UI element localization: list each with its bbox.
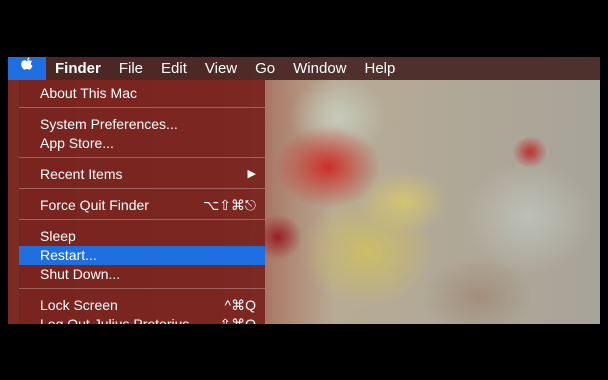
menu-edit[interactable]: Edit	[152, 57, 196, 80]
menu-separator	[19, 107, 265, 108]
menu-item-label: Force Quit Finder	[40, 197, 149, 213]
menu-help[interactable]: Help	[356, 57, 405, 80]
menu-item-label: Recent Items	[40, 166, 123, 182]
menu-item-label: App Store...	[40, 135, 114, 151]
menu-item-label: Sleep	[40, 228, 76, 244]
menu-separator	[19, 219, 265, 220]
menu-bar: Finder File Edit View Go Window Help	[8, 57, 600, 80]
menu-finder[interactable]: Finder	[46, 57, 110, 80]
menu-item-force-quit[interactable]: Force Quit Finder ⌥⇧⌘⎋	[19, 196, 265, 215]
keyboard-shortcut: ⌥⇧⌘⎋	[203, 197, 256, 213]
apple-dropdown-menu: About This Mac System Preferences... App…	[19, 80, 265, 324]
menu-go[interactable]: Go	[246, 57, 284, 80]
menu-window[interactable]: Window	[284, 57, 355, 80]
menu-item-sleep[interactable]: Sleep	[19, 227, 265, 246]
submenu-arrow-icon: ▶	[247, 168, 256, 180]
keyboard-shortcut: ⇧⌘Q	[219, 316, 256, 324]
menu-item-lock-screen[interactable]: Lock Screen ^⌘Q	[19, 296, 265, 315]
menu-item-label: Lock Screen	[40, 297, 118, 313]
menu-item-restart[interactable]: Restart...	[19, 246, 265, 265]
menu-item-log-out[interactable]: Log Out Julius Pretorius... ⇧⌘Q	[19, 315, 265, 324]
keyboard-shortcut: ^⌘Q	[224, 297, 256, 313]
menu-item-label: About This Mac	[40, 85, 138, 101]
menu-separator	[19, 288, 265, 289]
menu-item-app-store[interactable]: App Store...	[19, 134, 265, 153]
menu-item-shut-down[interactable]: Shut Down...	[19, 265, 265, 284]
menu-view[interactable]: View	[196, 57, 246, 80]
menu-separator	[19, 157, 265, 158]
menu-item-recent-items[interactable]: Recent Items ▶	[19, 165, 265, 184]
apple-logo-icon	[19, 56, 35, 81]
menu-item-label: System Preferences...	[40, 116, 178, 132]
menu-item-system-preferences[interactable]: System Preferences...	[19, 115, 265, 134]
apple-menu-button[interactable]	[8, 57, 46, 80]
menu-item-about-this-mac[interactable]: About This Mac	[19, 84, 265, 103]
menu-item-label: Shut Down...	[40, 266, 121, 282]
menu-separator	[19, 188, 265, 189]
menu-item-label: Restart...	[40, 247, 97, 263]
menu-item-label: Log Out Julius Pretorius...	[40, 316, 202, 324]
menu-file[interactable]: File	[110, 57, 152, 80]
